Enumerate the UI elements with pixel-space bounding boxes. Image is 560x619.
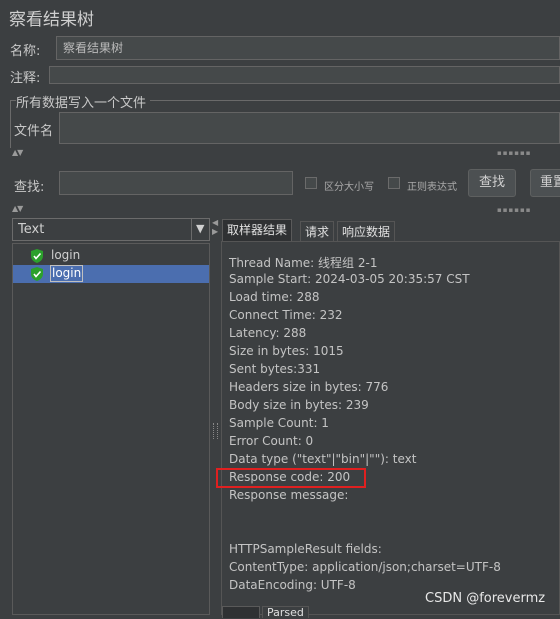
search-input[interactable] xyxy=(59,171,293,195)
fieldset-border-right xyxy=(150,100,560,101)
search-label: 查找: xyxy=(14,180,45,195)
splitter-grip-icon-2[interactable]: ▪▪▪▪▪▪ xyxy=(497,206,531,214)
splitter-grip-icon[interactable]: ▪▪▪▪▪▪ xyxy=(497,149,531,157)
results-tree: login login xyxy=(12,243,210,615)
regex-checkbox[interactable] xyxy=(388,177,400,189)
reset-button[interactable]: 重置 xyxy=(530,169,560,197)
watermark: CSDN @forevermz xyxy=(425,591,546,606)
renderer-select-value: Text xyxy=(18,222,45,237)
regex-label: 正则表达式 xyxy=(407,182,457,193)
tree-item[interactable]: login xyxy=(13,246,209,264)
tab-raw[interactable] xyxy=(222,606,260,618)
splitter-handle-icon[interactable] xyxy=(213,423,218,439)
combo-separator xyxy=(191,219,192,240)
tab-sampler-result[interactable]: 取样器结果 xyxy=(222,219,293,241)
result-line: Error Count: 0 xyxy=(229,434,314,448)
collapse-up-icon[interactable]: ▲▼ xyxy=(12,148,23,157)
file-section-legend: 所有数据写入一个文件 xyxy=(16,96,147,111)
case-sensitive-label: 区分大小写 xyxy=(324,182,374,193)
tree-item-label: login xyxy=(50,265,84,282)
name-input[interactable]: 察看结果树 xyxy=(56,36,560,60)
result-line: Connect Time: 232 xyxy=(229,308,343,322)
result-line: Sent bytes:331 xyxy=(229,362,321,376)
tree-item-label: login xyxy=(51,248,81,262)
comment-label: 注释: xyxy=(10,71,41,86)
result-line: DataEncoding: UTF-8 xyxy=(229,578,356,592)
sampler-result-panel: Thread Name: 线程组 2-1 Sample Start: 2024-… xyxy=(216,241,560,615)
chevron-down-icon[interactable]: ▼ xyxy=(196,222,204,235)
tab-response-data[interactable]: 响应数据 xyxy=(337,221,396,241)
find-button[interactable]: 查找 xyxy=(468,169,516,197)
result-line: Thread Name: 线程组 2-1 xyxy=(229,256,378,270)
file-name-input[interactable] xyxy=(59,112,560,144)
comment-input[interactable] xyxy=(49,66,560,84)
tab-parsed[interactable]: Parsed xyxy=(262,606,309,618)
fieldset-border-side xyxy=(10,100,11,148)
highlight-box xyxy=(216,468,366,488)
result-line: Latency: 288 xyxy=(229,326,307,340)
window-title: 察看结果树 xyxy=(9,10,94,30)
result-line: Headers size in bytes: 776 xyxy=(229,380,389,394)
success-shield-icon xyxy=(31,249,43,263)
case-sensitive-checkbox[interactable] xyxy=(305,177,317,189)
result-line: Sample Count: 1 xyxy=(229,416,329,430)
result-line: HTTPSampleResult fields: xyxy=(229,542,382,556)
result-line: Size in bytes: 1015 xyxy=(229,344,344,358)
tab-request[interactable]: 请求 xyxy=(300,221,335,241)
tree-item-selected[interactable]: login xyxy=(13,265,209,283)
vertical-splitter[interactable]: ◀ ▶ xyxy=(212,218,219,615)
file-name-label: 文件名 xyxy=(14,124,54,139)
renderer-select[interactable]: Text ▼ xyxy=(12,218,210,241)
collapse-right-icon[interactable]: ▶ xyxy=(212,227,218,236)
result-line: ContentType: application/json;charset=UT… xyxy=(229,560,501,574)
name-label: 名称: xyxy=(10,44,41,59)
result-line: Data type ("text"|"bin"|""): text xyxy=(229,452,417,466)
collapse-down-icon[interactable]: ▲▼ xyxy=(12,204,23,213)
result-line: Sample Start: 2024-03-05 20:35:57 CST xyxy=(229,272,470,286)
collapse-left-icon[interactable]: ◀ xyxy=(212,218,218,227)
result-line: Response message: xyxy=(229,488,349,502)
success-shield-icon xyxy=(31,267,43,281)
result-line: Load time: 288 xyxy=(229,290,320,304)
result-line: Body size in bytes: 239 xyxy=(229,398,369,412)
